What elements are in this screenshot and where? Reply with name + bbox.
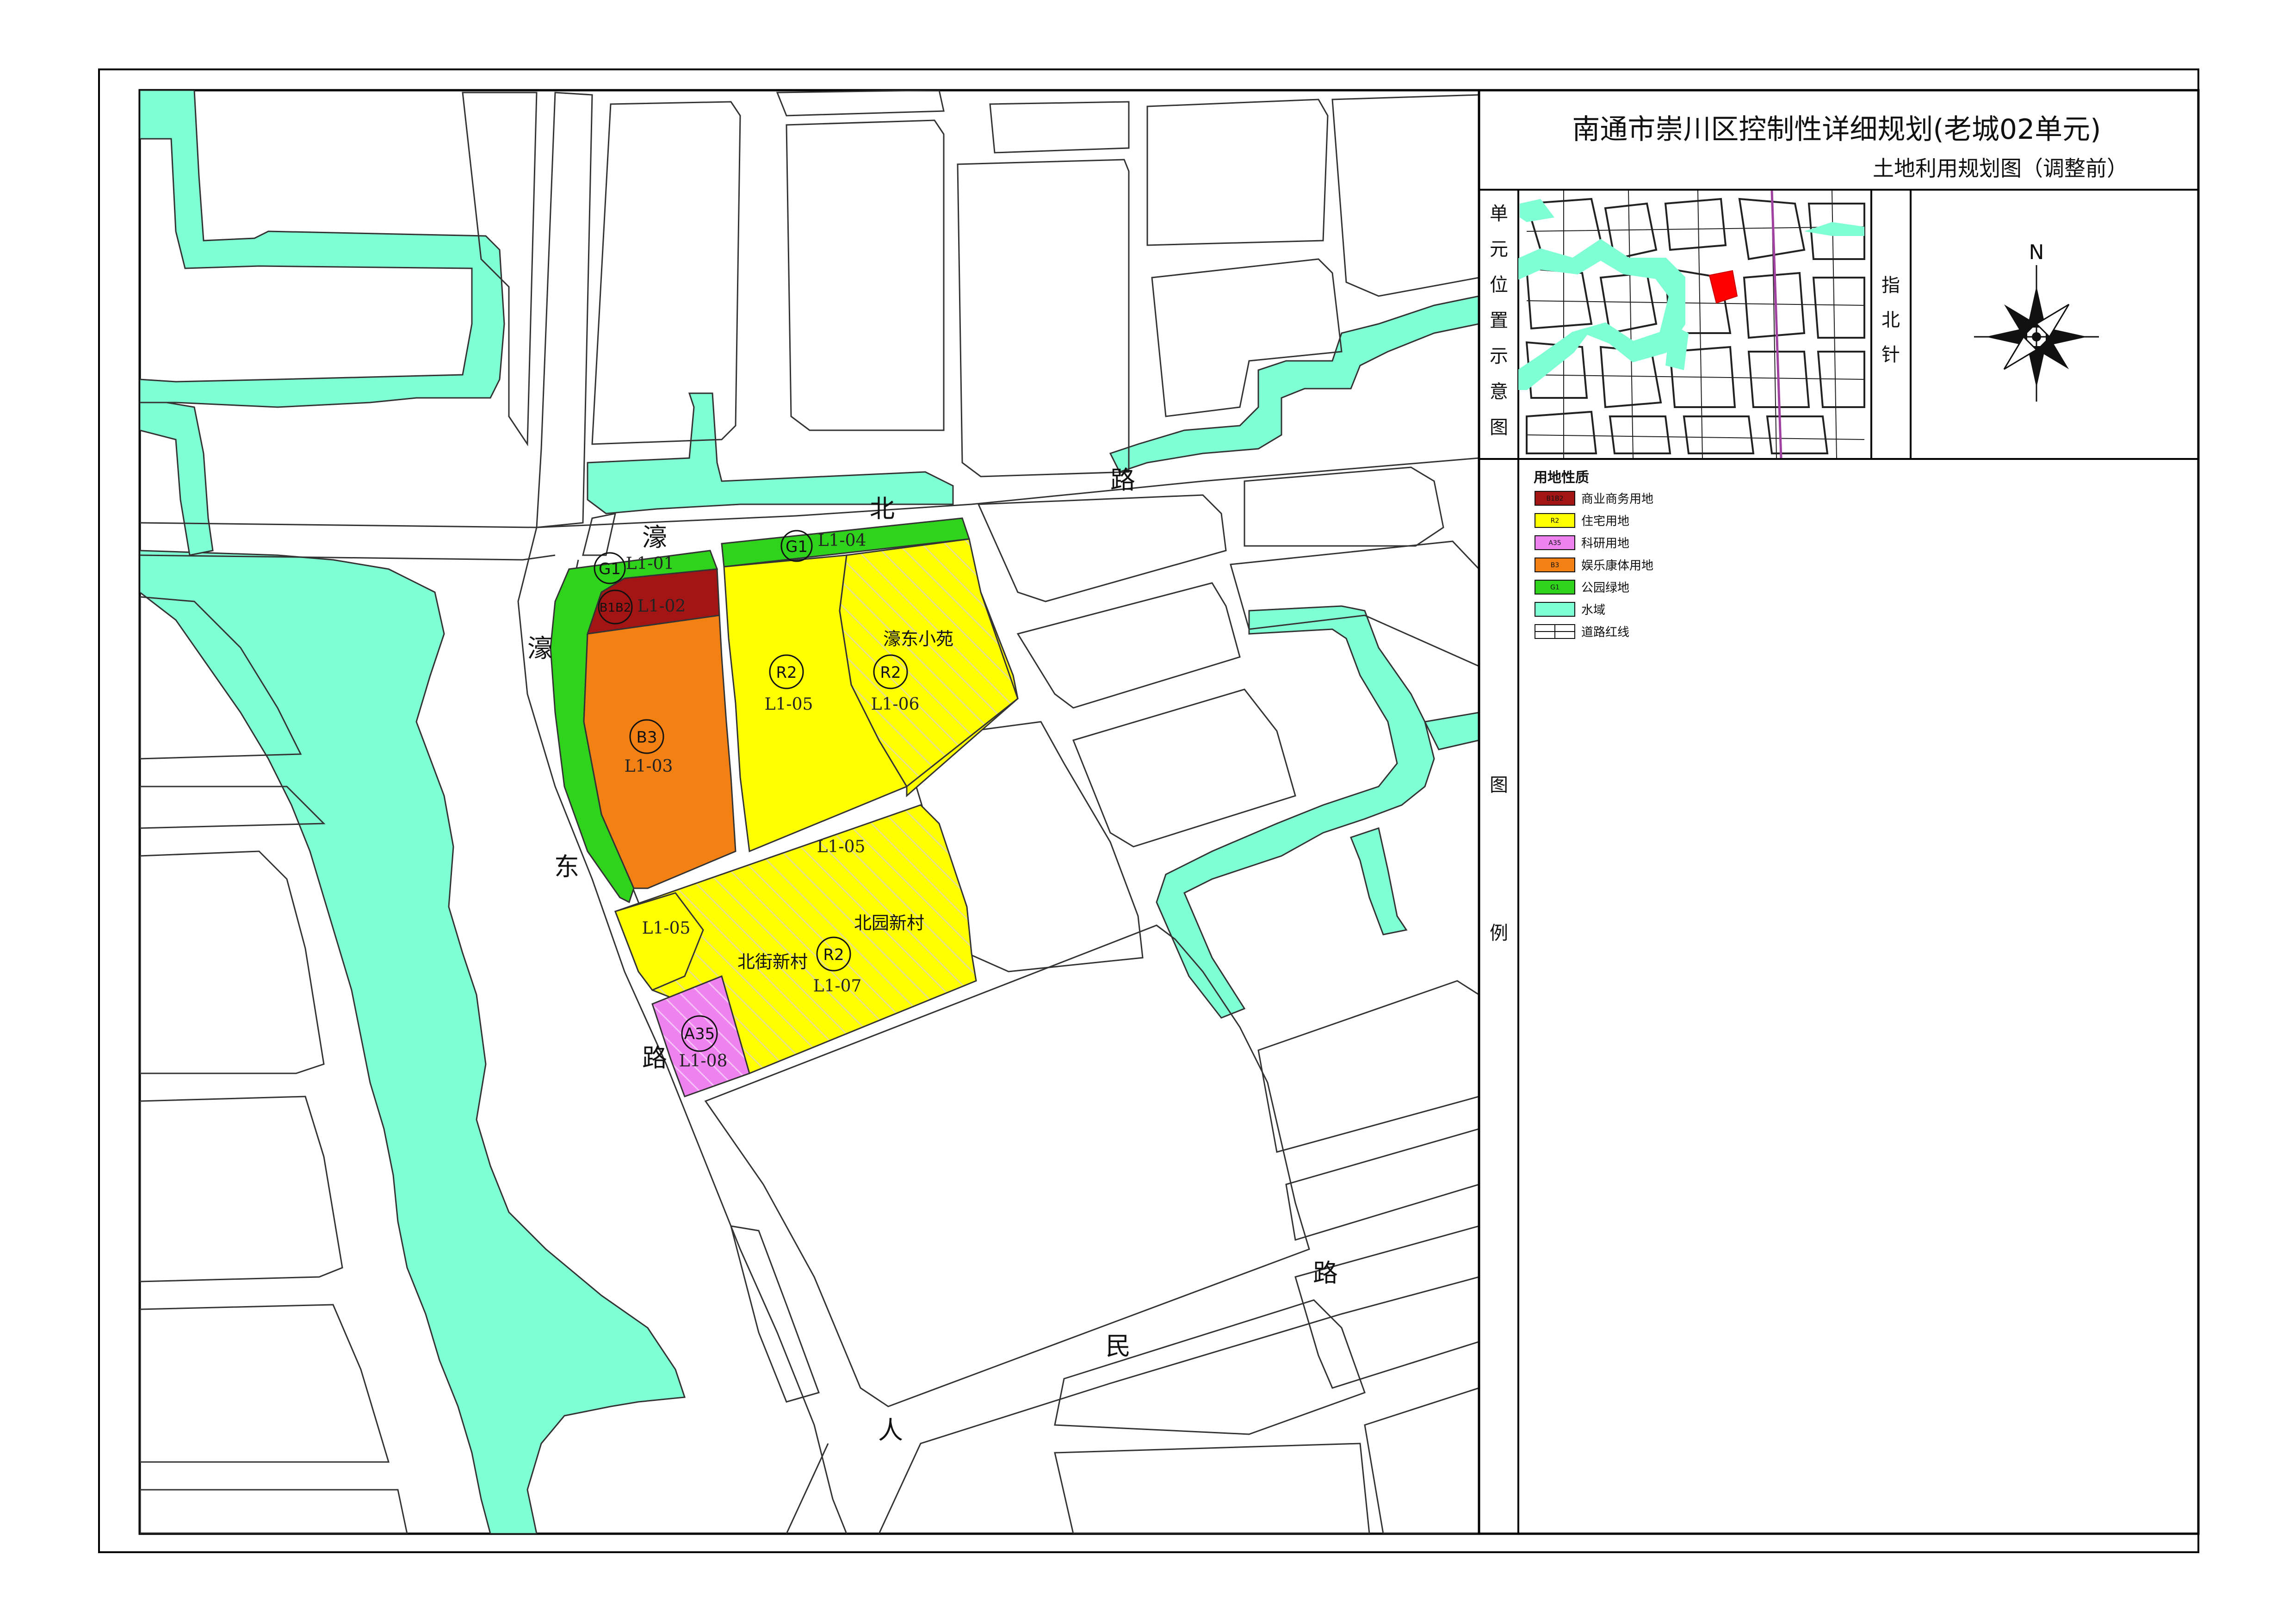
legend-item-park: G1 公园绿地 <box>1535 580 1629 595</box>
svg-text:意: 意 <box>1490 381 1508 403</box>
map-subtitle: 土地利用规划图（调整前） <box>1873 156 2128 181</box>
plot-code-L1-06: L1-06 <box>871 695 920 714</box>
plot-code-L1-05-middle: L1-05 <box>817 837 866 856</box>
legend-item-commercial: B1B2 商业商务用地 <box>1535 491 1653 506</box>
svg-text:G1: G1 <box>1550 584 1560 591</box>
plot-type-L1-02: B1B2 <box>600 601 631 615</box>
svg-text:元: 元 <box>1490 239 1508 260</box>
svg-text:B1B2: B1B2 <box>1546 495 1563 502</box>
right-panel: 南通市崇川区控制性详细规划(老城02单元) 土地利用规划图（调整前） 单 元 位… <box>1478 89 2200 1535</box>
svg-text:公园绿地: 公园绿地 <box>1581 581 1629 595</box>
location-minimap <box>1518 190 1870 458</box>
svg-text:例: 例 <box>1490 923 1508 944</box>
svg-text:住宅用地: 住宅用地 <box>1581 514 1629 528</box>
plot-code-L1-02: L1-02 <box>637 597 686 616</box>
plot-code-L1-08: L1-08 <box>679 1052 728 1071</box>
road-renmin-char-1: 人 <box>878 1416 903 1445</box>
legend-item-research: A35 科研用地 <box>1535 535 1629 551</box>
svg-text:商业商务用地: 商业商务用地 <box>1581 492 1653 506</box>
legend-item-recreation: B3 娱乐康体用地 <box>1535 558 1653 573</box>
plot-type-L1-04: G1 <box>786 538 808 556</box>
svg-text:A35: A35 <box>1548 539 1561 547</box>
svg-text:位: 位 <box>1490 274 1508 296</box>
neighborhood-beijie: 北街新村 <box>737 952 808 972</box>
svg-text:B3: B3 <box>1551 562 1560 569</box>
svg-text:单: 单 <box>1490 203 1508 224</box>
svg-text:水域: 水域 <box>1581 603 1605 617</box>
north-label: 指 北 针 <box>1881 275 1900 365</box>
legend-item-water: 水域 <box>1535 602 1605 617</box>
planning-map-sheet: G1 L1-01 B1B2 L1-02 B3 L1-03 G1 L1-04 R2… <box>98 68 2200 1553</box>
road-renmin-char-3: 路 <box>1313 1258 1338 1288</box>
plot-type-L1-07: R2 <box>823 946 844 964</box>
svg-text:指: 指 <box>1881 275 1900 296</box>
road-haobei-char-1: 濠 <box>642 523 667 552</box>
svg-text:图: 图 <box>1490 417 1508 438</box>
plot-type-L1-05: R2 <box>776 663 797 682</box>
road-haodong-char-1: 濠 <box>527 634 552 663</box>
svg-text:置: 置 <box>1490 310 1508 331</box>
plot-type-L1-03: B3 <box>637 728 657 747</box>
plot-type-L1-06: R2 <box>880 663 901 682</box>
plot-code-L1-07: L1-07 <box>813 977 862 996</box>
neighborhood-beiyuan: 北园新村 <box>854 913 924 933</box>
svg-text:道路红线: 道路红线 <box>1581 626 1629 639</box>
road-haodong-char-3: 路 <box>642 1043 667 1072</box>
road-haobei-char-3: 路 <box>1110 465 1135 495</box>
plot-code-L1-05-south: L1-05 <box>642 919 691 938</box>
svg-text:娱乐康体用地: 娱乐康体用地 <box>1581 559 1653 573</box>
legend-title: 用地性质 <box>1534 470 1589 486</box>
road-haodong-char-2: 东 <box>554 852 579 881</box>
road-renmin-char-2: 民 <box>1106 1332 1131 1361</box>
plot-code-L1-04: L1-04 <box>818 531 866 550</box>
plot-type-L1-01: G1 <box>599 560 621 578</box>
road-haobei-char-2: 北 <box>870 494 895 523</box>
svg-text:科研用地: 科研用地 <box>1581 537 1629 551</box>
plot-code-L1-01: L1-01 <box>626 554 675 573</box>
plot-code-L1-03: L1-03 <box>625 757 673 776</box>
plot-type-L1-08: A35 <box>684 1025 715 1043</box>
svg-text:针: 针 <box>1881 344 1900 365</box>
svg-text:N: N <box>2029 241 2044 264</box>
map-title: 南通市崇川区控制性详细规划(老城02单元) <box>1572 113 2101 146</box>
plot-code-L1-05: L1-05 <box>765 695 813 714</box>
svg-text:图: 图 <box>1490 774 1508 796</box>
svg-text:北: 北 <box>1881 310 1900 331</box>
svg-text:示: 示 <box>1490 346 1508 367</box>
legend-item-road-line: 道路红线 <box>1535 624 1629 639</box>
legend-item-residential: R2 住宅用地 <box>1535 513 1629 528</box>
neighborhood-haodong: 濠东小苑 <box>883 629 953 649</box>
svg-text:R2: R2 <box>1551 517 1560 525</box>
